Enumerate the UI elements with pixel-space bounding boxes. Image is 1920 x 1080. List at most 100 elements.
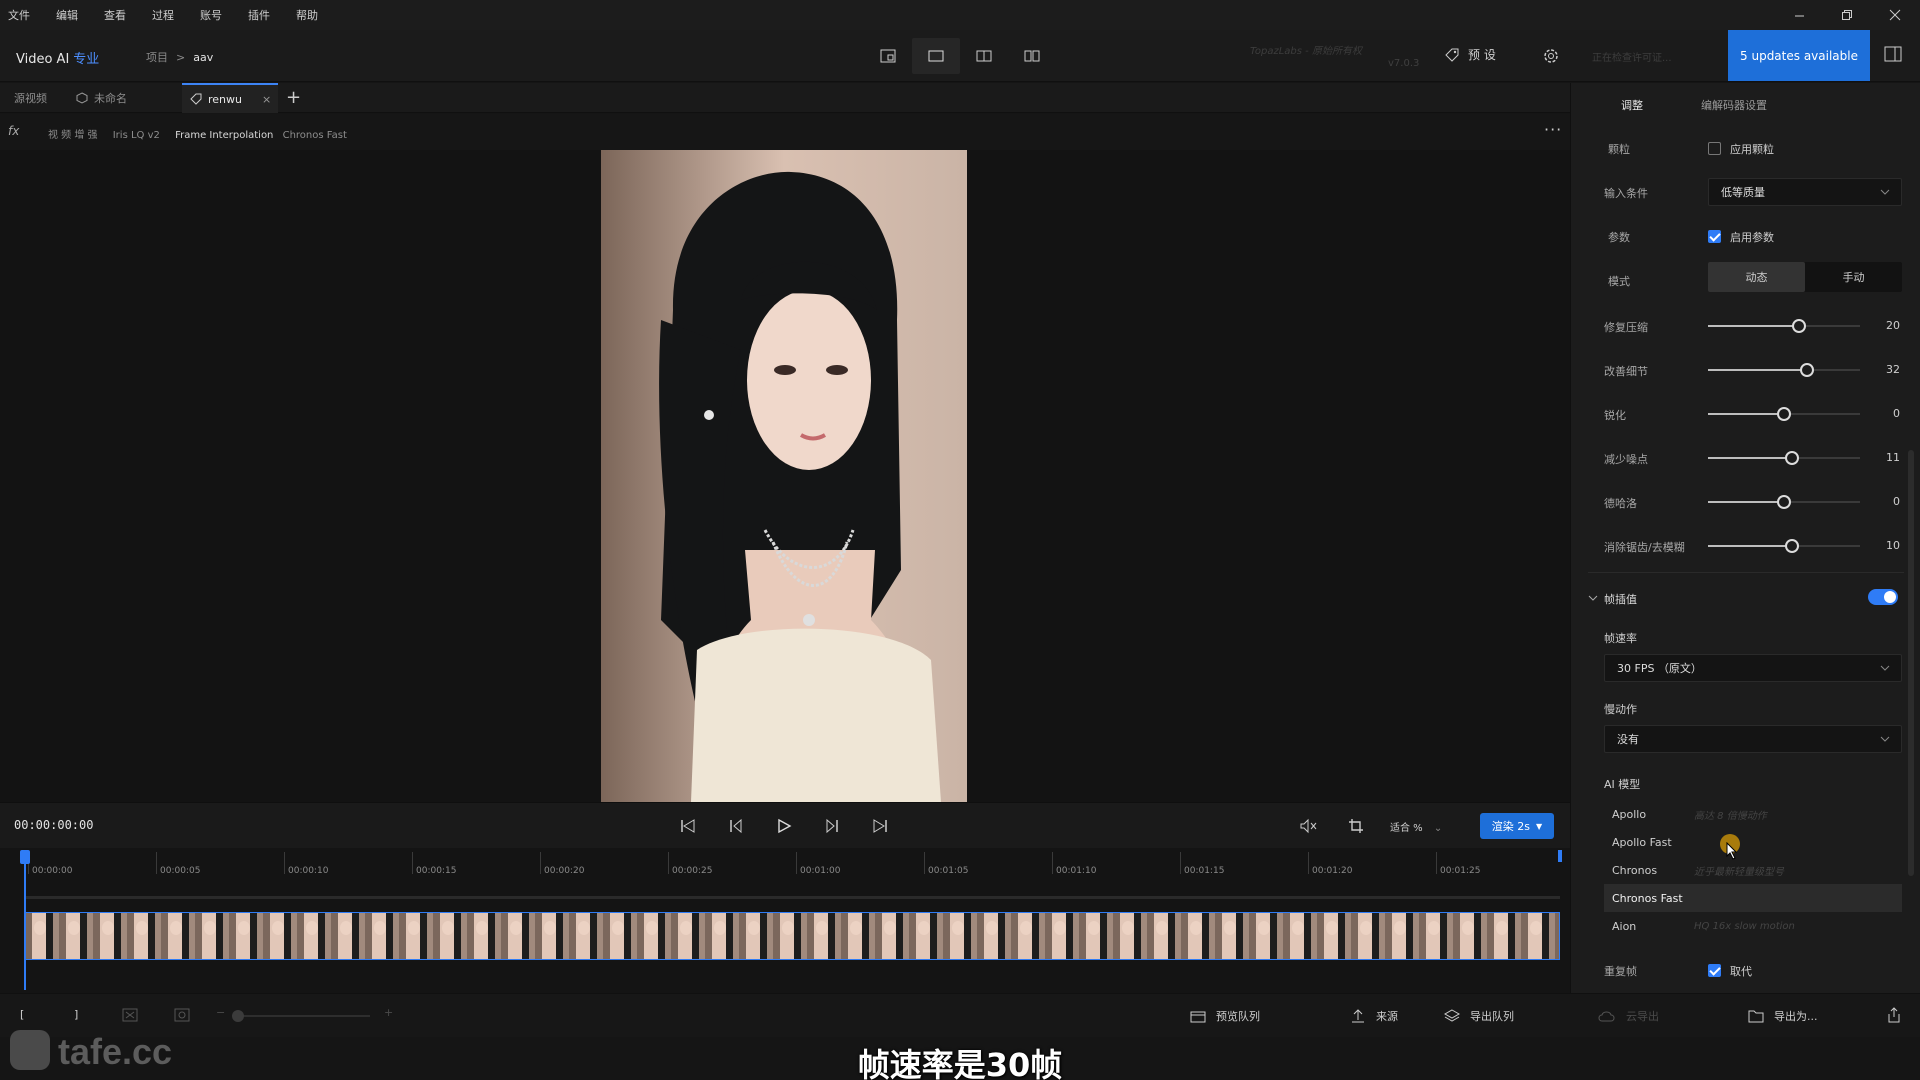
parameter-slider[interactable] [1708,451,1860,465]
close-icon[interactable] [1872,0,1918,30]
gear-icon[interactable] [1542,47,1560,68]
mark-out-button[interactable]: ] [74,1008,78,1021]
apply-grain-checkbox[interactable] [1708,142,1721,155]
enhance-label[interactable]: 视 频 增 强 [48,130,98,141]
filter-chain-bar: fx 视 频 增 强 Iris LQ v2 Frame Interpolatio… [0,114,1570,150]
slider-knob[interactable] [1800,363,1814,377]
thumbnail-frame [603,913,637,959]
enhance-model-label[interactable]: Iris LQ v2 [113,130,160,141]
restore-icon[interactable] [1824,0,1870,30]
menu-account[interactable]: 账号 [200,7,222,23]
thumbnail-frame [807,913,841,959]
out-point-marker[interactable] [1558,850,1562,862]
fps-select[interactable]: 30 FPS （原文） [1604,654,1902,682]
fx-icon[interactable]: fx [8,124,19,138]
tab-encoder-settings[interactable]: 编解码器设置 [1701,97,1767,113]
preset-button[interactable]: 预 设 [1444,46,1496,63]
tab-source-video[interactable]: 源视频 [14,83,47,113]
clear-marks-button[interactable] [122,1008,148,1022]
enable-params-checkbox[interactable] [1708,230,1721,243]
source-button[interactable]: 来源 [1350,1008,1398,1024]
model-apollo-fast[interactable]: Apollo Fast [1604,828,1902,856]
parameter-slider[interactable] [1708,539,1860,553]
input-condition-select[interactable]: 低等质量 [1708,178,1902,206]
interpolation-label[interactable]: Frame Interpolation [175,130,273,141]
prev-frame-button[interactable] [724,815,748,837]
view-split-button[interactable] [960,38,1008,74]
zoom-in-icon[interactable]: + [384,1006,393,1019]
model-apollo[interactable]: Apollo 高达 8 倍慢动作 [1604,800,1902,828]
more-options-icon[interactable]: ··· [1544,120,1562,139]
skip-end-button[interactable] [868,815,892,837]
menu-process[interactable]: 过程 [152,7,174,23]
model-chronos[interactable]: Chronos 近乎最新轻量级型号 [1604,856,1902,884]
thumbnail-frame [875,913,909,959]
tab-untitled[interactable]: 未命名 [76,83,127,113]
replace-duplicates-label: 取代 [1730,965,1752,978]
timeline[interactable]: 00:00:00 00:00:05 00:00:10 00:00:15 00:00:20… [0,848,1570,993]
minimize-icon[interactable] [1776,0,1822,30]
next-frame-button[interactable] [820,815,844,837]
timeline-tick-label: 00:01:20 [1312,866,1353,876]
timeline-zoom-slider[interactable] [236,1015,370,1017]
view-single-zoom-button[interactable] [864,38,912,74]
video-viewer[interactable] [0,150,1570,802]
chevron-down-icon[interactable] [1588,593,1598,603]
slider-knob[interactable] [1792,319,1806,333]
add-tab-icon[interactable]: + [286,87,301,108]
export-queue-button[interactable]: 导出队列 [1444,1008,1514,1024]
play-button[interactable] [772,815,796,837]
mode-auto-button[interactable]: 动态 [1708,262,1805,292]
thumbnail-strip[interactable] [24,912,1560,960]
export-as-button[interactable]: 导出为... [1748,1008,1818,1024]
parameter-slider[interactable] [1708,363,1860,377]
slider-knob[interactable] [1785,539,1799,553]
thumbnail-frame [297,913,331,959]
model-chronos-fast[interactable]: Chronos Fast [1604,884,1902,912]
slider-knob[interactable] [1785,451,1799,465]
mute-button[interactable] [1296,815,1320,837]
mode-manual-button[interactable]: 手动 [1805,262,1902,292]
skip-start-button[interactable] [676,815,700,837]
close-tab-icon[interactable]: × [262,93,271,106]
parameter-slider[interactable] [1708,407,1860,421]
render-button[interactable]: 渲染 2s ▼ [1480,813,1554,839]
replace-duplicates-checkbox[interactable] [1708,964,1721,977]
thumbnail-frame [25,913,59,959]
share-icon[interactable] [1886,1006,1912,1024]
film-icon [1190,1011,1206,1023]
crop-button[interactable] [1344,815,1368,837]
slowmo-select[interactable]: 没有 [1604,725,1902,753]
panel-toggle-icon[interactable] [1884,46,1902,65]
zoom-fit-select[interactable]: 适合 % ⌄ [1390,819,1442,834]
tab-renwu[interactable]: renwu × [182,83,278,113]
parameter-slider[interactable] [1708,495,1860,509]
menu-help[interactable]: 帮助 [296,7,318,23]
parameter-slider[interactable] [1708,319,1860,333]
zoom-selection-button[interactable] [174,1008,200,1022]
cloud-export-button[interactable]: 云导出 [1598,1008,1659,1024]
breadcrumb-root[interactable]: 项目 [146,51,168,64]
preview-queue-button[interactable]: 预览队列 [1190,1008,1260,1024]
slider-knob[interactable] [1777,407,1791,421]
model-aion[interactable]: Aion HQ 16x slow motion [1604,912,1902,940]
playhead[interactable] [20,850,30,990]
thumbnail-frame [943,913,977,959]
slider-knob[interactable] [1777,495,1791,509]
frame-interpolation-toggle[interactable] [1868,589,1898,605]
settings-scrollbar[interactable] [1908,450,1914,876]
menu-edit[interactable]: 编辑 [56,7,78,23]
menu-view[interactable]: 查看 [104,7,126,23]
menu-plugins[interactable]: 插件 [248,7,270,23]
mark-in-button[interactable]: [ [20,1008,24,1021]
slider-fill [1708,501,1784,503]
menu-file[interactable]: 文件 [8,7,30,23]
interpolation-model-label[interactable]: Chronos Fast [283,130,347,141]
view-side-by-side-button[interactable] [1008,38,1056,74]
zoom-out-icon[interactable]: − [216,1006,225,1019]
updates-button[interactable]: 5 updates available [1728,30,1870,81]
tab-adjust[interactable]: 调整 [1621,97,1643,113]
timeline-zoom-knob[interactable] [232,1010,244,1022]
filter-chain: 视 频 增 强 Iris LQ v2 Frame Interpolation C… [48,126,347,141]
view-single-button[interactable] [912,38,960,74]
